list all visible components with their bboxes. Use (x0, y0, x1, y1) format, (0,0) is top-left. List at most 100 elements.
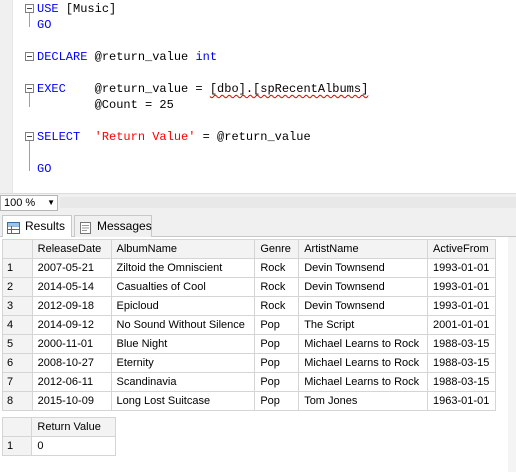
table-cell[interactable]: 2008-10-27 (31, 353, 112, 373)
table-row[interactable]: 4 2014-09-12 No Sound Without Silence Po… (2, 315, 496, 335)
table-cell[interactable]: 1963-01-01 (427, 391, 496, 411)
fold-line (29, 13, 30, 27)
chevron-down-icon[interactable]: ▼ (47, 196, 55, 210)
table-cell[interactable]: 2014-09-12 (31, 315, 112, 335)
column-header-return-value[interactable]: Return Value (31, 417, 116, 437)
table-cell[interactable]: 2014-05-14 (31, 277, 112, 297)
table-cell[interactable]: 2012-09-18 (31, 296, 112, 316)
table-row[interactable]: 6 2008-10-27 Eternity Pop Michael Learns… (2, 353, 496, 373)
table-cell[interactable]: Devin Townsend (298, 258, 429, 278)
table-row[interactable]: 1 2007-05-21 Ziltoid the Omniscient Rock… (2, 258, 496, 278)
horizontal-scrollbar[interactable] (60, 197, 516, 208)
table-row[interactable]: 2 2014-05-14 Casualties of Cool Rock Dev… (2, 277, 496, 297)
use-argument: [Music] (58, 2, 117, 16)
fold-line (29, 93, 30, 107)
table-cell[interactable]: The Script (298, 315, 429, 335)
exec-variable: @return_value = (65, 82, 210, 96)
code-line-exec: EXEC @return_value = [dbo].[spRecentAlbu… (37, 81, 368, 97)
table-cell[interactable]: 2001-01-01 (427, 315, 496, 335)
table-cell[interactable]: Rock (254, 296, 300, 316)
row-number[interactable]: 1 (2, 258, 33, 278)
row-number[interactable]: 4 (2, 315, 33, 335)
tab-results[interactable]: Results (2, 215, 72, 238)
results-pane: ReleaseDate AlbumName Genre ArtistName A… (0, 237, 516, 472)
string-literal: 'Return Value' (94, 130, 196, 144)
fold-line (29, 141, 30, 171)
zoom-value: 100 % (4, 197, 36, 209)
return-value-grid[interactable]: Return Value 1 0 (1, 417, 116, 456)
table-cell[interactable]: Ziltoid the Omniscient (110, 258, 256, 278)
table-row[interactable]: 7 2012-06-11 Scandinavia Pop Michael Lea… (2, 372, 496, 392)
tab-messages[interactable]: Messages (74, 215, 152, 237)
table-cell[interactable]: 2000-11-01 (31, 334, 112, 354)
row-number[interactable]: 7 (2, 372, 33, 392)
row-number[interactable]: 3 (2, 296, 33, 316)
table-cell[interactable]: Long Lost Suitcase (110, 391, 256, 411)
row-number[interactable]: 8 (2, 391, 33, 411)
column-header-artistname[interactable]: ArtistName (298, 239, 429, 259)
declare-variable: @return_value (87, 50, 196, 64)
results-grid[interactable]: ReleaseDate AlbumName Genre ArtistName A… (2, 239, 496, 411)
fold-toggle-icon[interactable] (25, 52, 34, 61)
code-line-param: @Count = 25 (37, 97, 174, 113)
table-cell[interactable]: 1988-03-15 (427, 353, 496, 373)
code-line-go: GO (37, 17, 51, 33)
table-cell[interactable]: 1993-01-01 (427, 296, 496, 316)
table-cell[interactable]: Rock (254, 258, 300, 278)
table-cell[interactable]: Michael Learns to Rock (298, 372, 429, 392)
table-cell[interactable]: Pop (254, 315, 300, 335)
table-cell[interactable]: Blue Night (110, 334, 256, 354)
tab-results-label: Results (25, 219, 66, 233)
table-cell[interactable]: No Sound Without Silence (110, 315, 256, 335)
editor-gutter (0, 0, 13, 193)
zoom-bar: 100 % ▼ (0, 193, 516, 211)
table-cell[interactable]: Pop (254, 334, 300, 354)
table-cell[interactable]: 1988-03-15 (427, 334, 496, 354)
table-cell[interactable]: Casualties of Cool (110, 277, 256, 297)
table-cell[interactable]: Pop (254, 372, 300, 392)
column-header-activefrom[interactable]: ActiveFrom (427, 239, 496, 259)
table-cell[interactable]: Michael Learns to Rock (298, 353, 429, 373)
zoom-select[interactable]: 100 % ▼ (0, 195, 58, 211)
row-number[interactable]: 6 (2, 353, 33, 373)
table-row[interactable]: 1 0 (1, 436, 116, 456)
sql-editor[interactable]: USE [Music] GO DECLARE @return_value int… (0, 0, 516, 193)
table-cell[interactable]: 1993-01-01 (427, 258, 496, 278)
table-cell[interactable]: Devin Townsend (298, 277, 429, 297)
table-cell[interactable]: 2012-06-11 (31, 372, 112, 392)
code-line-go: GO (37, 161, 51, 177)
column-header-albumname[interactable]: AlbumName (110, 239, 256, 259)
fold-toggle-icon[interactable] (25, 4, 34, 13)
fold-toggle-icon[interactable] (25, 132, 34, 141)
fold-toggle-icon[interactable] (25, 84, 34, 93)
column-header-rownum[interactable] (2, 239, 33, 259)
table-cell[interactable]: Pop (254, 353, 300, 373)
row-number[interactable]: 2 (2, 277, 33, 297)
table-cell[interactable]: Tom Jones (298, 391, 429, 411)
table-cell[interactable]: 2015-10-09 (31, 391, 112, 411)
table-cell[interactable]: Eternity (110, 353, 256, 373)
keyword-use: USE (37, 2, 59, 16)
table-cell[interactable]: 1993-01-01 (427, 277, 496, 297)
column-header-genre[interactable]: Genre (254, 239, 300, 259)
table-cell[interactable]: Devin Townsend (298, 296, 429, 316)
table-cell[interactable]: Scandinavia (110, 372, 256, 392)
return-header-row: Return Value (1, 417, 116, 437)
column-header-releasedate[interactable]: ReleaseDate (31, 239, 112, 259)
table-cell[interactable]: Michael Learns to Rock (298, 334, 429, 354)
table-cell[interactable]: Rock (254, 277, 300, 297)
column-header-rownum[interactable] (1, 417, 33, 437)
table-cell[interactable]: 0 (31, 436, 116, 456)
table-cell[interactable]: Pop (254, 391, 300, 411)
keyword-exec: EXEC (37, 82, 66, 96)
row-number[interactable]: 5 (2, 334, 33, 354)
table-row[interactable]: 5 2000-11-01 Blue Night Pop Michael Lear… (2, 334, 496, 354)
vertical-scrollbar[interactable] (508, 237, 516, 472)
table-cell[interactable]: Epicloud (110, 296, 256, 316)
keyword-go: GO (37, 162, 52, 176)
table-cell[interactable]: 2007-05-21 (31, 258, 112, 278)
table-row[interactable]: 8 2015-10-09 Long Lost Suitcase Pop Tom … (2, 391, 496, 411)
table-cell[interactable]: 1988-03-15 (427, 372, 496, 392)
table-row[interactable]: 3 2012-09-18 Epicloud Rock Devin Townsen… (2, 296, 496, 316)
row-number[interactable]: 1 (1, 436, 33, 456)
